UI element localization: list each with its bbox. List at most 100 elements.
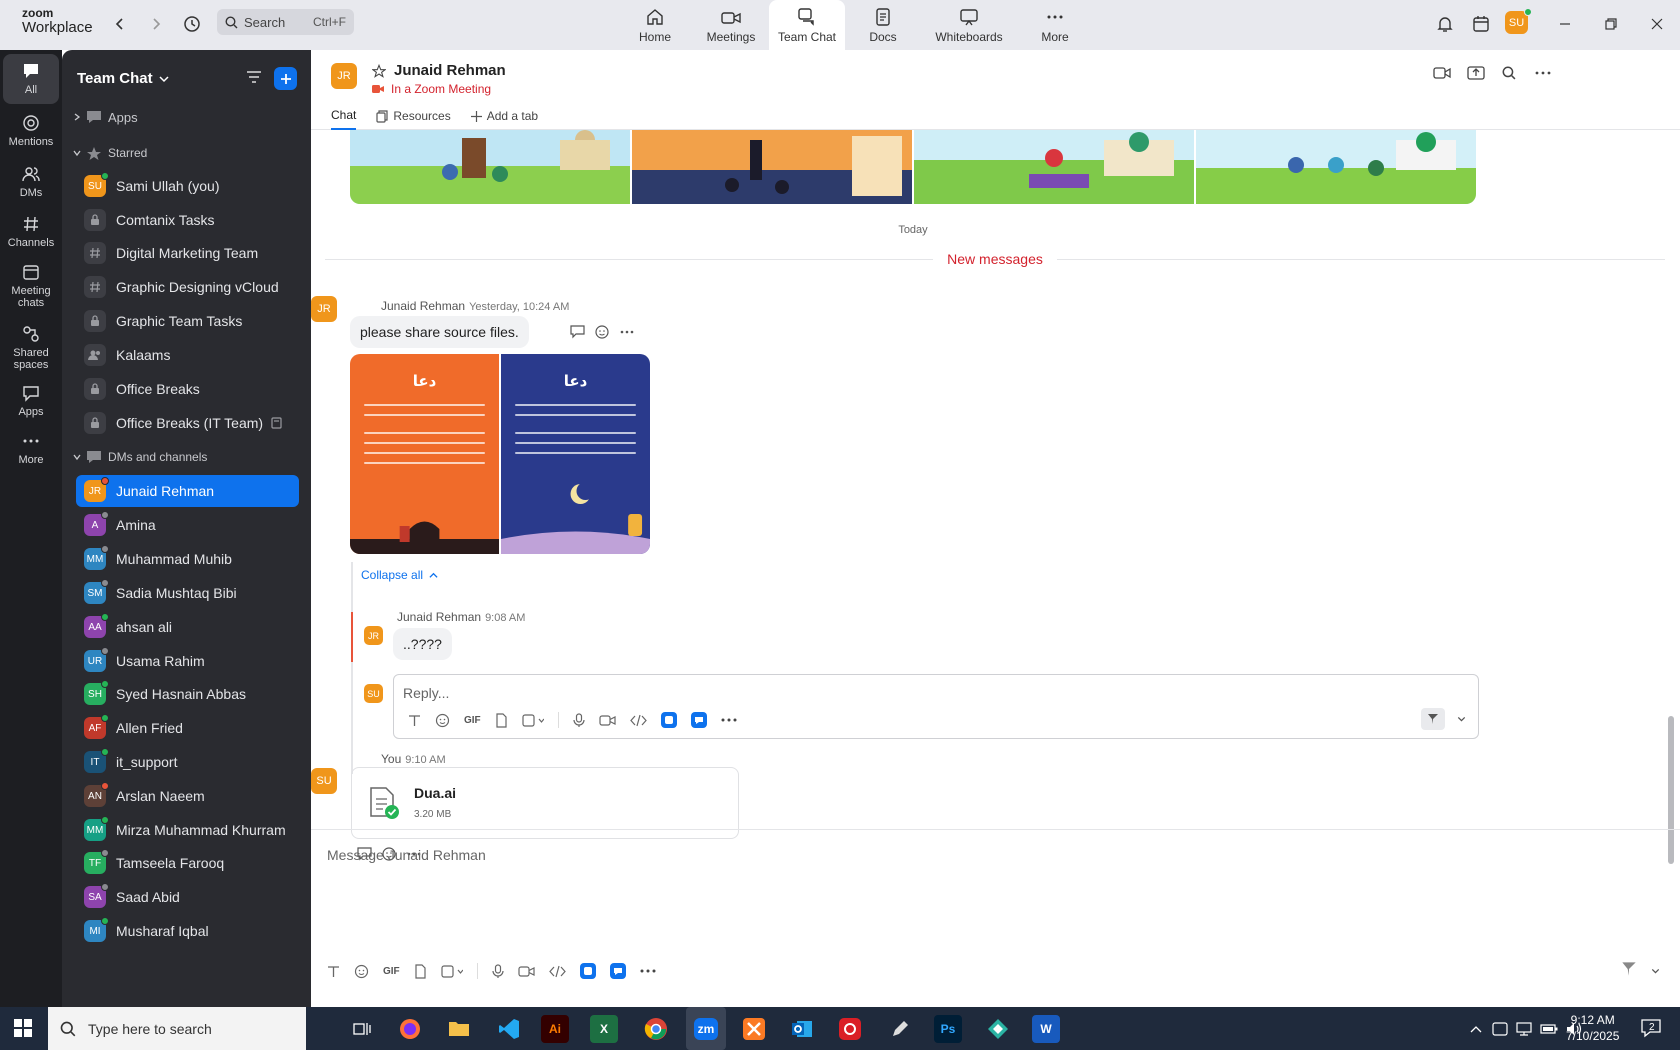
excel-icon[interactable]: X (590, 1015, 618, 1043)
app-icon-a[interactable] (579, 963, 596, 979)
nav-home[interactable]: Home (617, 0, 693, 50)
sidebar-item-graphic-team-tasks[interactable]: Graphic Team Tasks (76, 305, 299, 337)
send-button[interactable] (1421, 708, 1445, 730)
sidebar-item-office-breaks[interactable]: Office Breaks (76, 373, 299, 405)
system-clock[interactable]: 9:12 AM 7/10/2025 (1566, 1012, 1619, 1044)
back-icon[interactable] (109, 13, 131, 35)
reply-icon[interactable] (570, 324, 585, 339)
task-view-icon[interactable] (346, 1013, 378, 1045)
shared-image-dua-2[interactable]: دعا (501, 354, 650, 554)
sidebar-item-arslan-naeem[interactable]: AN Arslan Naeem (76, 780, 299, 812)
video-message-icon[interactable] (599, 714, 616, 727)
minimize-icon[interactable] (1554, 13, 1576, 35)
xampp-icon[interactable] (738, 1013, 770, 1045)
nav-team-chat[interactable]: Team Chat (769, 0, 845, 50)
chrome-icon[interactable] (640, 1013, 672, 1045)
notifications-icon[interactable]: 2 (1640, 1017, 1662, 1039)
sidebar-item-kalaams[interactable]: Kalaams (76, 339, 299, 371)
screenshot-icon[interactable] (441, 964, 463, 979)
tray-app-icon[interactable] (1492, 1021, 1508, 1036)
taskbar-search[interactable]: Type here to search (48, 1007, 306, 1050)
sidebar-item-junaid-rehman[interactable]: JR Junaid Rehman (76, 475, 299, 507)
reply-avatar[interactable]: JR (364, 626, 383, 645)
vscode-icon[interactable] (493, 1013, 525, 1045)
close-icon[interactable] (1646, 13, 1668, 35)
file-explorer-icon[interactable] (443, 1013, 475, 1045)
pen-tool-icon[interactable] (884, 1013, 916, 1045)
sidebar-item-office-breaks-it[interactable]: Office Breaks (IT Team) (76, 407, 299, 439)
sidebar-item-syed-hasnain[interactable]: SH Syed Hasnain Abbas (76, 678, 299, 710)
nav-meetings[interactable]: Meetings (693, 0, 769, 50)
shared-image-dua-1[interactable]: دعا (350, 354, 499, 554)
text-format-icon[interactable] (327, 965, 340, 978)
more-icon[interactable] (620, 330, 634, 334)
sidebar-item-it-support[interactable]: IT it_support (76, 746, 299, 778)
reply-author[interactable]: Junaid Rehman (397, 610, 481, 624)
tab-chat[interactable]: Chat (331, 102, 357, 130)
restore-icon[interactable] (1600, 13, 1622, 35)
more-options-icon[interactable] (1535, 66, 1551, 80)
microphone-icon[interactable] (573, 712, 585, 728)
outlook-icon[interactable] (786, 1013, 818, 1045)
rail-more[interactable]: More (3, 424, 59, 474)
app-icon-b[interactable] (690, 712, 707, 728)
tab-resources[interactable]: Resources (376, 102, 451, 130)
more-icon[interactable] (721, 718, 737, 722)
sidebar-item-usama-rahim[interactable]: UR Usama Rahim (76, 645, 299, 677)
video-call-icon[interactable] (1433, 66, 1451, 80)
file-icon[interactable] (414, 963, 427, 979)
app-icon-a[interactable] (660, 712, 677, 728)
windows-start-icon[interactable] (14, 1019, 32, 1037)
gif-button[interactable]: GIF (383, 966, 400, 977)
sidebar-item-sami-ullah[interactable]: SU Sami Ullah (you) (76, 170, 299, 202)
sidebar-item-saad-abid[interactable]: SA Saad Abid (76, 881, 299, 913)
text-format-icon[interactable] (408, 714, 421, 727)
user-avatar[interactable]: SU (1505, 8, 1532, 34)
collapse-all-button[interactable]: Collapse all (361, 568, 438, 582)
rail-dms[interactable]: DMs (3, 157, 59, 207)
history-icon[interactable] (181, 13, 203, 35)
diamond-app-icon[interactable] (982, 1013, 1014, 1045)
sidebar-item-graphic-designing[interactable]: Graphic Designing vCloud (76, 271, 299, 303)
send-options-chevron-icon[interactable] (1457, 715, 1466, 723)
battery-icon[interactable] (1540, 1023, 1558, 1034)
send-options-chevron-icon[interactable] (1651, 967, 1660, 975)
rail-channels[interactable]: Channels (3, 207, 59, 257)
message-composer[interactable]: Message Junaid Rehman GIF (311, 829, 1680, 1007)
shared-image[interactable] (914, 130, 1194, 204)
nav-more[interactable]: More (1017, 0, 1093, 50)
sidebar-item-allen-fried[interactable]: AF Allen Fried (76, 712, 299, 744)
microphone-icon[interactable] (492, 963, 504, 979)
section-dms-channels[interactable]: DMs and channels (70, 446, 207, 468)
section-apps[interactable]: Apps (70, 106, 138, 128)
my-message-avatar[interactable]: SU (311, 768, 337, 794)
bell-icon[interactable] (1434, 13, 1456, 35)
filter-icon[interactable] (246, 70, 262, 84)
code-icon[interactable] (629, 714, 647, 727)
rail-mentions[interactable]: Mentions (3, 106, 59, 156)
emoji-icon[interactable] (354, 964, 369, 979)
message-author[interactable]: Junaid Rehman (381, 299, 465, 313)
zoom-taskbar-icon[interactable]: zm (686, 1007, 726, 1050)
rail-shared-spaces[interactable]: Shared spaces (3, 320, 59, 376)
emoji-icon[interactable] (435, 713, 450, 728)
file-icon[interactable] (495, 712, 508, 728)
shared-image-strip[interactable] (350, 130, 1476, 204)
rail-apps[interactable]: Apps (3, 376, 59, 426)
message-bubble[interactable]: please share source files. (350, 316, 529, 348)
emoji-reaction-icon[interactable] (595, 324, 610, 339)
illustrator-icon[interactable]: Ai (541, 1015, 569, 1043)
new-chat-button[interactable] (274, 67, 297, 90)
forward-icon[interactable] (145, 13, 167, 35)
sidebar-item-tamseela-farooq[interactable]: TF Tamseela Farooq (76, 847, 299, 879)
more-icon[interactable] (640, 969, 656, 973)
sidebar-item-musharaf-iqbal[interactable]: MI Musharaf Iqbal (76, 915, 299, 947)
word-icon[interactable]: W (1032, 1015, 1060, 1043)
calendar-icon[interactable] (1470, 13, 1492, 35)
reply-input[interactable]: Reply... GIF (393, 674, 1479, 739)
shared-images[interactable]: دعا دعا (350, 354, 650, 554)
message-avatar[interactable]: JR (311, 296, 337, 322)
star-outline-icon[interactable] (372, 63, 386, 78)
firefox-icon[interactable] (394, 1013, 426, 1045)
search-icon[interactable] (1502, 66, 1516, 80)
